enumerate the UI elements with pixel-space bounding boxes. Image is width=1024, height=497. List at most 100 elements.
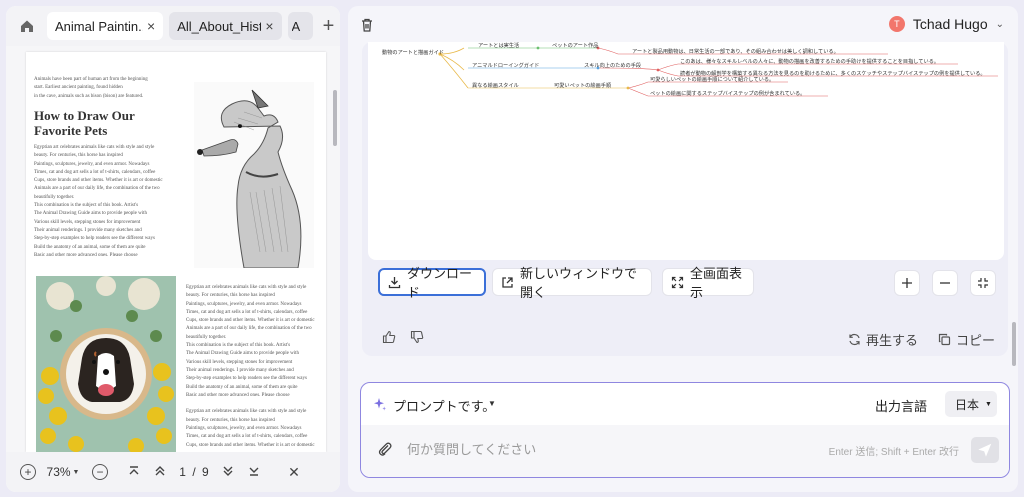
chat-scrollbar[interactable]: [1012, 322, 1016, 366]
thumbs-down-icon: [410, 330, 424, 344]
zoom-level: 73%: [46, 465, 71, 479]
zoom-in-mindmap-button[interactable]: [894, 270, 920, 296]
thumbs-up-icon: [382, 330, 396, 344]
copy-button[interactable]: コピー: [938, 330, 995, 349]
thumbs-down-button[interactable]: [410, 330, 424, 344]
send-button[interactable]: [971, 437, 999, 463]
mindmap-view[interactable]: 動物のアートと描画ガイド アートとは実生活 ペットのアート作品 アートと製品用動…: [368, 42, 1004, 260]
fullscreen-button[interactable]: 全画面表示: [662, 266, 754, 300]
copy-label: コピー: [956, 333, 996, 348]
mindmap-leaf-node[interactable]: ペットの絵画に関するステップバイステップの例が含まれている。: [650, 90, 805, 97]
plus-icon: [902, 278, 912, 288]
tab-all-about-history[interactable]: All_About_Hist... ×: [169, 12, 282, 40]
mindmap-branch-node[interactable]: アートとは実生活: [478, 42, 519, 49]
tab-label: All_About_Hist...: [177, 18, 262, 34]
sparkle-icon: [374, 398, 386, 411]
output-language-value: 日本: [955, 397, 980, 412]
next-page-button[interactable]: [216, 465, 240, 480]
send-icon: [978, 443, 992, 457]
mindmap-leaf-node[interactable]: このあは、様々なスキルレベルの人々に、動物の描画を改善するための手助けを提供する…: [680, 58, 939, 65]
mindmap-child-node[interactable]: 可愛いペットの絵画手順: [554, 82, 611, 89]
tab-animal-painting[interactable]: Animal Paintin... ×: [46, 12, 164, 40]
ai-chat-panel: T Tchad Hugo ⌄ 動物のアートと描画ガイド アートとは実生活 ペット…: [348, 6, 1018, 492]
viewer-toolbar: + 73% ▼ − 1 / 9 ✕: [6, 452, 340, 492]
open-new-window-button[interactable]: 新しいウィンドウで開く: [492, 266, 652, 300]
chevron-down-icon: ▼: [72, 468, 80, 476]
fit-view-button[interactable]: [970, 270, 996, 296]
first-page-icon: [129, 465, 139, 474]
attach-button[interactable]: [377, 441, 395, 459]
tab-label: Animal Paintin...: [54, 18, 143, 34]
embroidered-dog-photo: [36, 276, 176, 452]
dog-sketch-image: [194, 82, 314, 269]
zoom-out-button[interactable]: −: [92, 464, 108, 480]
paperclip-icon: [378, 442, 392, 456]
refresh-icon: [849, 333, 860, 346]
fullscreen-label: 全画面表示: [690, 266, 743, 300]
regenerate-label: 再生する: [866, 333, 919, 348]
copy-icon: [938, 333, 951, 346]
collapse-icon: [978, 278, 988, 288]
total-pages: 9: [202, 465, 209, 479]
previous-page-button[interactable]: [148, 465, 172, 480]
tab-bar: Animal Paintin... × All_About_Hist... × …: [6, 6, 340, 46]
regenerate-button[interactable]: 再生する: [848, 330, 918, 349]
add-tab-button[interactable]: +: [317, 12, 340, 40]
user-name: Tchad Hugo: [912, 16, 988, 32]
document-canvas[interactable]: Animals have been part of human art from…: [6, 46, 340, 452]
caret-down-icon: ▼: [985, 400, 992, 408]
external-link-icon: [502, 276, 513, 288]
prompt-selector[interactable]: プロンプトです。: [393, 396, 495, 415]
user-menu[interactable]: T Tchad Hugo ⌄: [888, 16, 1004, 32]
download-label: ダウンロード: [407, 266, 473, 300]
mindmap-leaf-node[interactable]: 可愛らしいペットの絵画手順について紹介している。: [650, 76, 774, 83]
ai-response-card: 動物のアートと描画ガイド アートとは実生活 ペットのアート作品 アートと製品用動…: [362, 42, 1008, 356]
trash-icon: [362, 18, 372, 32]
last-page-icon: [249, 467, 259, 476]
intro-text: Animals have been part of human art from…: [34, 77, 148, 99]
page-heading: How to Draw Our Favorite Pets: [34, 108, 135, 138]
tab-overflow[interactable]: A: [287, 12, 313, 40]
zoom-in-button[interactable]: +: [20, 464, 36, 480]
vertical-scrollbar[interactable]: [333, 90, 337, 146]
home-button[interactable]: [14, 12, 41, 40]
close-tab-icon[interactable]: ×: [265, 18, 273, 34]
pdf-page: Animals have been part of human art from…: [26, 52, 326, 452]
close-viewer-button[interactable]: ✕: [282, 464, 306, 481]
body-text-2: Egyptian art celebrates animals like cat…: [186, 285, 315, 448]
caret-down-icon[interactable]: ▼: [488, 399, 496, 408]
document-viewer-panel: Animal Paintin... × All_About_Hist... × …: [6, 6, 340, 492]
zoom-out-mindmap-button[interactable]: [932, 270, 958, 296]
last-page-button[interactable]: [242, 465, 266, 480]
mindmap-branch-node[interactable]: 異なる絵画スタイル: [472, 82, 519, 89]
avatar: T: [888, 16, 905, 32]
prompt-box: プロンプトです。 ▼ 出力言語 日本 ▼ Enter 送信; Shift + E…: [360, 382, 1010, 478]
zoom-level-select[interactable]: 73% ▼: [46, 465, 80, 479]
output-language-label: 出力言語: [874, 399, 927, 414]
mindmap-branch-node[interactable]: アニマルドローイングガイド: [472, 62, 539, 69]
open-new-window-label: 新しいウィンドウで開く: [520, 266, 638, 300]
output-language-select[interactable]: 日本 ▼: [945, 391, 997, 417]
download-icon: [388, 276, 401, 288]
mindmap-root-node[interactable]: 動物のアートと描画ガイド: [382, 49, 444, 56]
prompt-options-row: プロンプトです。 ▼ 出力言語 日本 ▼: [361, 383, 1009, 425]
mindmap-child-node[interactable]: スキル向上のための手段: [584, 62, 641, 69]
double-chevron-up-icon: [155, 465, 165, 475]
question-input[interactable]: [407, 439, 807, 459]
page-indicator[interactable]: 1 / 9: [172, 465, 216, 479]
minus-icon: [940, 282, 950, 284]
expand-icon: [671, 276, 684, 288]
mindmap-leaf-node[interactable]: アートと製品用動物は、日常生活の一部であり、その組み合わせは美しく調和している。: [632, 48, 839, 55]
page-separator: /: [192, 465, 196, 479]
delete-chat-button[interactable]: [359, 17, 377, 35]
current-page: 1: [179, 465, 186, 479]
chevron-down-icon: ⌄: [995, 18, 1004, 30]
mindmap-child-node[interactable]: ペットのアート作品: [552, 42, 598, 49]
send-hint: Enter 送信; Shift + Enter 改行: [828, 447, 959, 458]
close-tab-icon[interactable]: ×: [147, 18, 155, 34]
first-page-button[interactable]: [122, 465, 146, 480]
prompt-input-row: Enter 送信; Shift + Enter 改行: [361, 425, 1009, 477]
thumbs-up-button[interactable]: [382, 330, 396, 344]
double-chevron-down-icon: [223, 466, 233, 476]
download-button[interactable]: ダウンロード: [378, 266, 486, 300]
